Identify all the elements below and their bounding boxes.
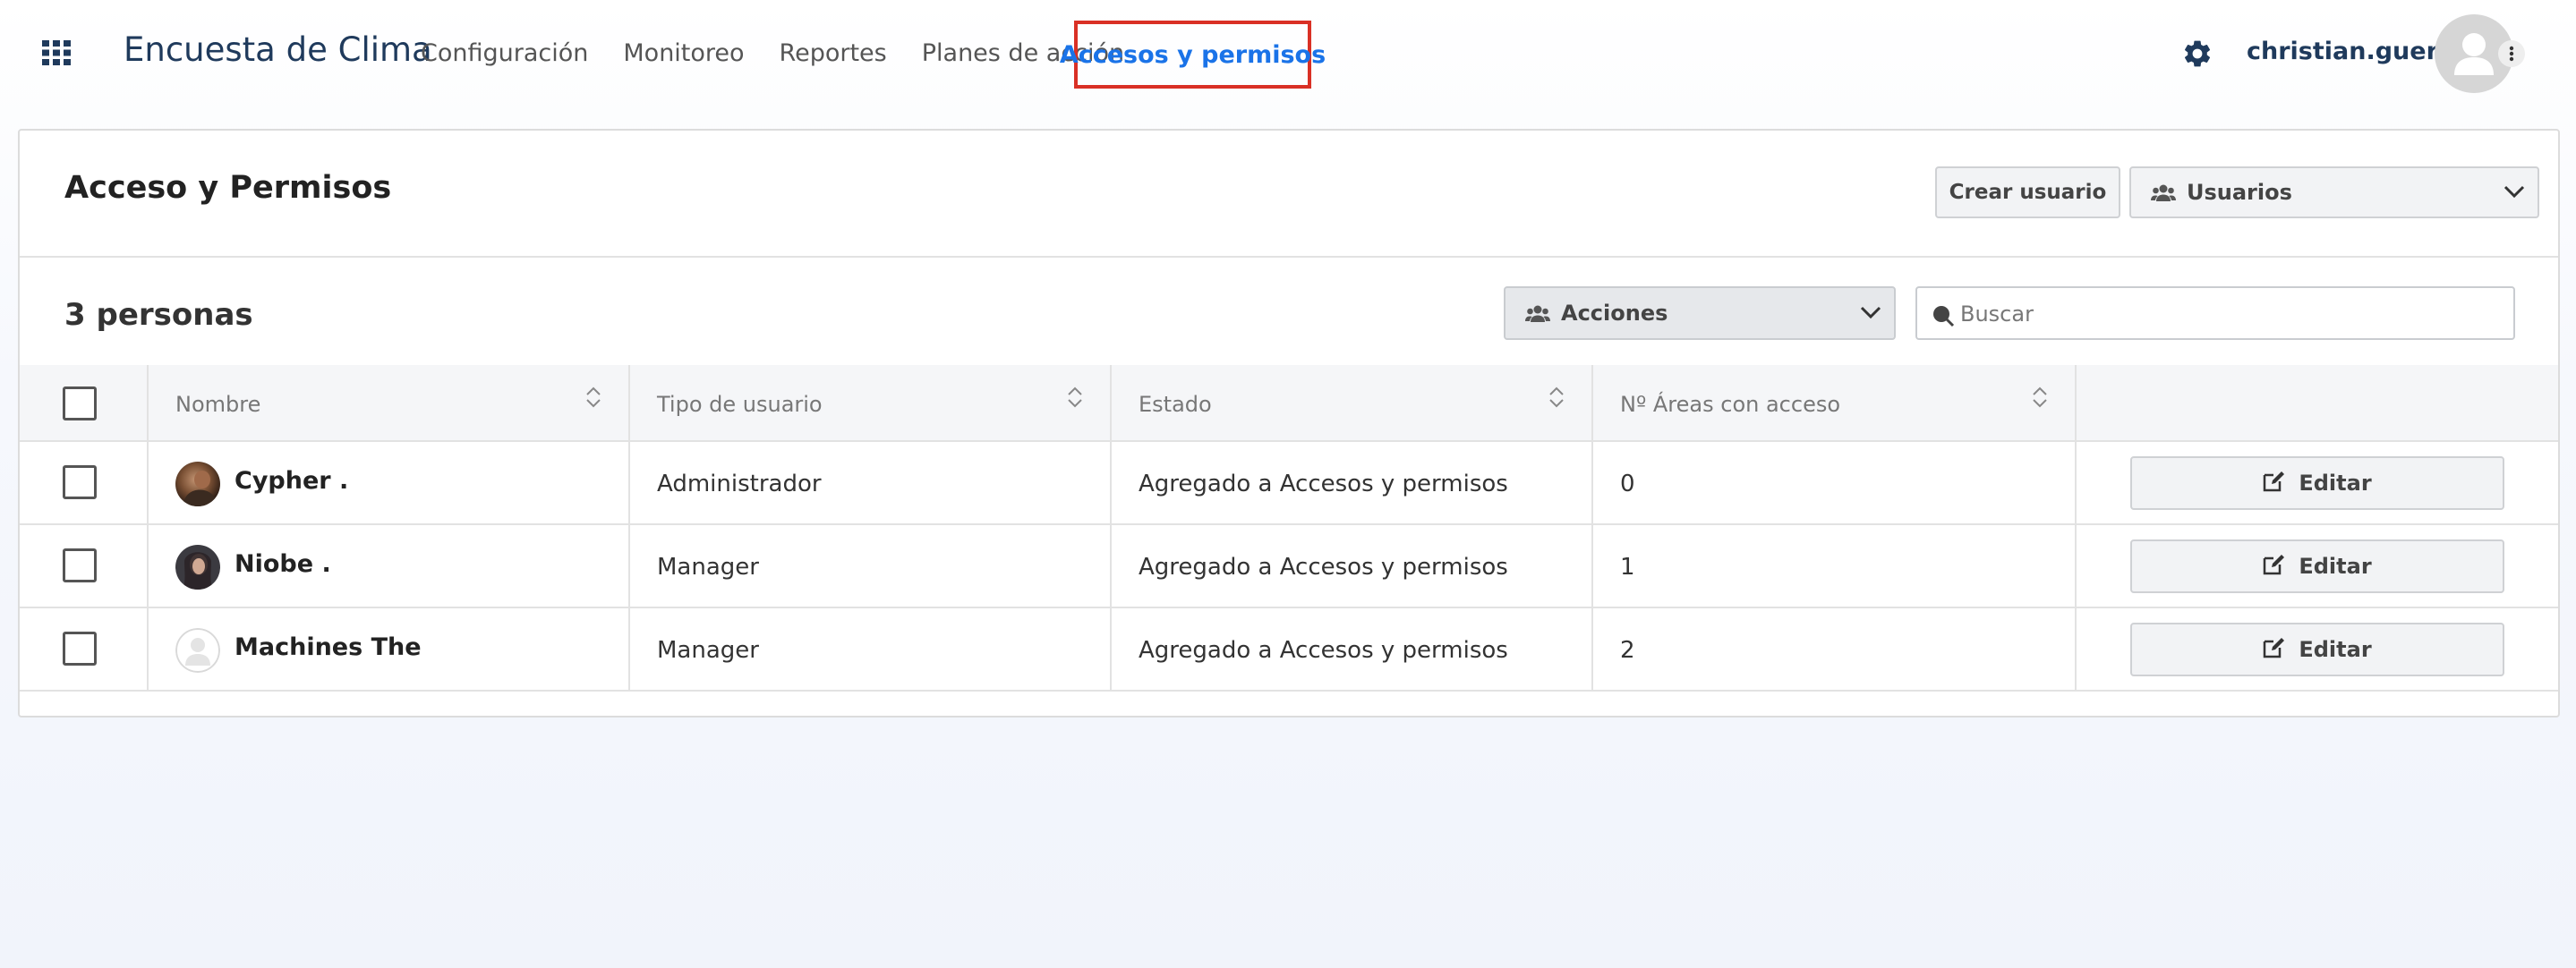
user-type: Administrador bbox=[657, 471, 822, 497]
column-label: Nombre bbox=[175, 392, 261, 417]
column-header-actions bbox=[2077, 365, 2560, 440]
status-cell: Agregado a Accesos y permisos bbox=[1112, 525, 1593, 607]
card-header: Acceso y Permisos Crear usuario Usuarios bbox=[20, 131, 2558, 258]
sort-icon[interactable] bbox=[585, 385, 601, 414]
areas-cell: 2 bbox=[1593, 608, 2077, 690]
user-status: Agregado a Accesos y permisos bbox=[1139, 471, 1508, 497]
kebab-menu-icon[interactable] bbox=[2498, 40, 2525, 67]
column-label: Nº Áreas con acceso bbox=[1620, 392, 1841, 417]
action-cell: Editar bbox=[2077, 608, 2560, 690]
chevron-down-icon bbox=[1860, 305, 1881, 324]
status-cell: Agregado a Accesos y permisos bbox=[1112, 608, 1593, 690]
user-name[interactable]: Cypher . bbox=[235, 467, 348, 495]
column-header-tipo-de-usuario[interactable]: Tipo de usuario bbox=[630, 365, 1112, 440]
column-label: Tipo de usuario bbox=[657, 392, 823, 417]
action-cell: Editar bbox=[2077, 442, 2560, 523]
app-title[interactable]: Encuesta de Clima bbox=[124, 30, 432, 69]
edit-button[interactable]: Editar bbox=[2130, 539, 2504, 593]
nav-item-accesos-y-permisos[interactable]: Accesos y permisos bbox=[1060, 21, 1326, 89]
sort-icon[interactable] bbox=[2032, 385, 2048, 414]
edit-icon bbox=[2263, 554, 2286, 580]
column-label: Estado bbox=[1139, 392, 1212, 417]
row-checkbox[interactable] bbox=[63, 465, 97, 499]
column-header-nombre[interactable]: Nombre bbox=[149, 365, 630, 440]
areas-cell: 1 bbox=[1593, 525, 2077, 607]
edit-button[interactable]: Editar bbox=[2130, 623, 2504, 676]
areas-count: 0 bbox=[1620, 471, 1635, 497]
row-checkbox[interactable] bbox=[63, 548, 97, 582]
users-icon bbox=[2151, 183, 2176, 208]
grid-apps-icon[interactable] bbox=[42, 40, 71, 65]
nav-item-label: Accesos y permisos bbox=[1059, 40, 1326, 69]
name-cell: Niobe . bbox=[149, 525, 630, 607]
edit-button-label: Editar bbox=[2299, 637, 2372, 662]
main-nav: Configuración Monitoreo Reportes Planes … bbox=[421, 39, 1159, 67]
users-icon bbox=[1525, 304, 1550, 328]
areas-cell: 0 bbox=[1593, 442, 2077, 523]
name-cell: Machines The bbox=[149, 608, 630, 690]
chevron-down-icon bbox=[2503, 184, 2525, 203]
edit-button[interactable]: Editar bbox=[2130, 456, 2504, 510]
areas-count: 2 bbox=[1620, 637, 1635, 664]
user-type: Manager bbox=[657, 637, 759, 664]
edit-icon bbox=[2263, 637, 2286, 663]
select-cell bbox=[20, 442, 149, 523]
table-row: Niobe . Manager Agregado a Accesos y per… bbox=[20, 525, 2558, 608]
type-cell: Manager bbox=[630, 525, 1112, 607]
avatar bbox=[175, 545, 220, 590]
actions-select[interactable]: Acciones bbox=[1504, 286, 1896, 340]
actions-select-label: Acciones bbox=[1561, 301, 1668, 326]
search-input[interactable] bbox=[1960, 297, 2497, 331]
search-icon bbox=[1932, 304, 1955, 332]
table-header: Nombre Tipo de usuario Estado Nº Áreas c… bbox=[20, 365, 2558, 442]
nav-item-reportes[interactable]: Reportes bbox=[780, 39, 887, 67]
table-row: Cypher . Administrador Agregado a Acceso… bbox=[20, 442, 2558, 525]
edit-icon bbox=[2263, 471, 2286, 497]
edit-button-label: Editar bbox=[2299, 471, 2372, 496]
select-all-checkbox[interactable] bbox=[63, 386, 97, 420]
gear-icon[interactable] bbox=[2181, 38, 2213, 70]
people-count: 3 personas bbox=[64, 297, 253, 333]
sort-icon[interactable] bbox=[1548, 385, 1565, 414]
page-title: Acceso y Permisos bbox=[64, 170, 392, 206]
users-table: Nombre Tipo de usuario Estado Nº Áreas c… bbox=[20, 365, 2558, 692]
user-status: Agregado a Accesos y permisos bbox=[1139, 637, 1508, 664]
table-toolbar: 3 personas Acciones bbox=[20, 259, 2558, 367]
areas-count: 1 bbox=[1620, 554, 1635, 581]
avatar bbox=[175, 462, 220, 506]
row-checkbox[interactable] bbox=[63, 632, 97, 666]
type-cell: Manager bbox=[630, 608, 1112, 690]
edit-button-label: Editar bbox=[2299, 554, 2372, 579]
column-header-areas[interactable]: Nº Áreas con acceso bbox=[1593, 365, 2077, 440]
status-cell: Agregado a Accesos y permisos bbox=[1112, 442, 1593, 523]
name-cell: Cypher . bbox=[149, 442, 630, 523]
column-header-estado[interactable]: Estado bbox=[1112, 365, 1593, 440]
view-select[interactable]: Usuarios bbox=[2129, 166, 2539, 218]
top-bar: Encuesta de Clima Configuración Monitore… bbox=[0, 0, 2576, 107]
user-status: Agregado a Accesos y permisos bbox=[1139, 554, 1508, 581]
create-user-button[interactable]: Crear usuario bbox=[1935, 166, 2120, 218]
avatar bbox=[175, 628, 220, 673]
type-cell: Administrador bbox=[630, 442, 1112, 523]
select-cell bbox=[20, 525, 149, 607]
sort-icon[interactable] bbox=[1067, 385, 1083, 414]
table-row: Machines The Manager Agregado a Accesos … bbox=[20, 608, 2558, 692]
permissions-card: Acceso y Permisos Crear usuario Usuarios… bbox=[18, 129, 2560, 718]
view-select-label: Usuarios bbox=[2187, 180, 2292, 205]
user-name[interactable]: Niobe . bbox=[235, 550, 331, 578]
select-cell bbox=[20, 608, 149, 690]
username[interactable]: christian.guerra bbox=[2247, 38, 2466, 65]
nav-item-monitoreo[interactable]: Monitoreo bbox=[623, 39, 744, 67]
nav-item-configuracion[interactable]: Configuración bbox=[421, 39, 588, 67]
action-cell: Editar bbox=[2077, 525, 2560, 607]
search-box bbox=[1915, 286, 2515, 340]
header-select-cell bbox=[20, 365, 149, 440]
user-name[interactable]: Machines The bbox=[235, 633, 422, 661]
user-type: Manager bbox=[657, 554, 759, 581]
